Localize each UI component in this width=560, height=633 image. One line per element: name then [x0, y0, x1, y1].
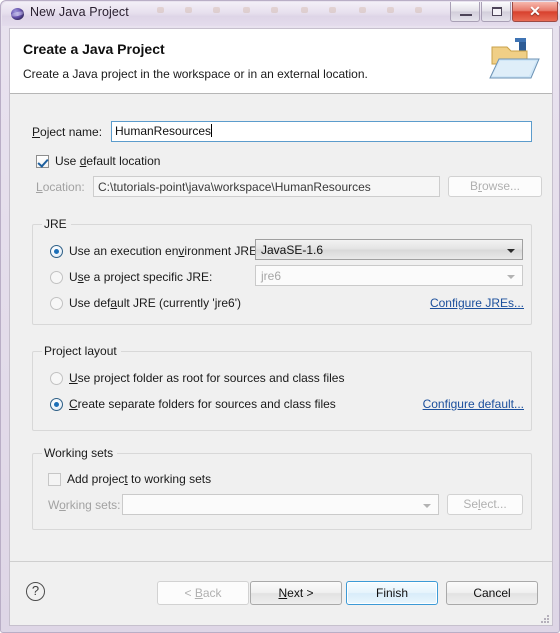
minimize-icon: [460, 14, 472, 16]
radio-use-project-folder-as-root-label: Use project folder as root for sources a…: [69, 371, 345, 385]
radio-icon-unselected: [50, 270, 63, 284]
project-name-label: Poject name:: [32, 125, 103, 139]
window-title: New Java Project: [30, 5, 129, 19]
radio-create-separate-folders-label: Create separate folders for sources and …: [69, 397, 336, 411]
project-layout-group-label: Project layout: [42, 344, 121, 358]
next-button[interactable]: Next >: [250, 581, 342, 605]
eclipse-sphere-icon: [9, 7, 26, 21]
chevron-down-icon: [423, 504, 431, 508]
radio-use-execution-environment[interactable]: Use an execution environment JRE:: [50, 243, 260, 259]
add-project-to-working-sets-label: Add project to working sets: [67, 472, 212, 486]
location-input: C:\tutorials-point\java\workspace\HumanR…: [93, 176, 440, 197]
working-sets-group-label: Working sets: [42, 446, 118, 460]
wizard-body: Poject name: HumanResources Use default …: [10, 95, 552, 561]
radio-icon-unselected: [50, 296, 63, 310]
use-default-location-label: Use default location: [55, 154, 161, 168]
radio-create-separate-folders[interactable]: Create separate folders for sources and …: [50, 396, 336, 412]
select-working-sets-button: Select...: [447, 494, 523, 515]
title-bar[interactable]: New Java Project ✕: [1, 1, 560, 27]
location-row: Location: C:\tutorials-point\java\worksp…: [36, 176, 542, 198]
finish-button[interactable]: Finish: [346, 581, 438, 605]
wizard-header: Create a Java Project Create a Java proj…: [10, 29, 552, 94]
checkbox-icon-unchecked: [48, 472, 61, 486]
working-sets-combo: [122, 494, 439, 515]
radio-use-execution-environment-label: Use an execution environment JRE:: [69, 244, 261, 258]
radio-use-project-specific-jre-label: Use a project specific JRE:: [69, 270, 213, 284]
working-sets-label: Working sets:: [48, 498, 121, 512]
chevron-down-icon: [507, 249, 515, 253]
use-default-location-checkbox[interactable]: Use default location: [36, 153, 160, 169]
project-name-input[interactable]: HumanResources: [111, 121, 532, 142]
working-sets-group-frame: [32, 453, 532, 530]
minimize-button[interactable]: [450, 2, 480, 22]
project-name-row: Poject name: HumanResources: [32, 121, 532, 143]
execution-environment-combo[interactable]: JavaSE-1.6: [255, 239, 523, 260]
radio-icon-selected: [50, 244, 63, 258]
add-project-to-working-sets-checkbox[interactable]: Add project to working sets: [48, 471, 211, 487]
dialog-footer: ? < Back Next > Finish Cancel: [10, 561, 552, 625]
radio-use-project-folder-as-root[interactable]: Use project folder as root for sources a…: [50, 370, 344, 386]
java-project-folder-icon: [489, 38, 540, 79]
project-name-value: HumanResources: [115, 124, 212, 138]
title-bar-artifacts: [151, 3, 441, 17]
location-label: Location:: [36, 180, 85, 194]
page-description: Create a Java project in the workspace o…: [23, 67, 368, 81]
maximize-icon: [492, 7, 502, 16]
configure-jres-link[interactable]: Configure JREs...: [430, 296, 524, 310]
window-controls: ✕: [449, 2, 558, 23]
close-icon: ✕: [529, 3, 541, 19]
browse-button: Browse...: [448, 176, 542, 197]
project-specific-jre-value: jre6: [261, 269, 282, 283]
project-specific-jre-combo: jre6: [255, 265, 523, 286]
resize-grip-icon[interactable]: [538, 612, 550, 624]
jre-group-label: JRE: [42, 217, 71, 231]
radio-use-project-specific-jre[interactable]: Use a project specific JRE:: [50, 269, 212, 285]
radio-use-default-jre-label: Use default JRE (currently 'jre6'): [69, 296, 241, 310]
execution-environment-value: JavaSE-1.6: [261, 243, 324, 257]
radio-use-default-jre[interactable]: Use default JRE (currently 'jre6'): [50, 295, 241, 311]
project-layout-group-frame: [32, 351, 532, 431]
checkbox-icon-checked: [36, 154, 49, 168]
cancel-button[interactable]: Cancel: [446, 581, 538, 605]
maximize-button[interactable]: [481, 2, 511, 22]
dialog-client-area: Create a Java Project Create a Java proj…: [9, 28, 553, 626]
radio-icon-unselected: [50, 371, 63, 385]
help-icon[interactable]: ?: [26, 582, 45, 601]
chevron-down-icon: [507, 275, 515, 279]
close-button[interactable]: ✕: [512, 2, 558, 22]
dialog-window: New Java Project ✕ Create a Java Project…: [0, 0, 560, 633]
configure-default-link[interactable]: Configure default...: [423, 397, 524, 411]
back-button: < Back: [157, 581, 249, 605]
page-title: Create a Java Project: [23, 41, 165, 57]
radio-icon-selected: [50, 397, 63, 411]
